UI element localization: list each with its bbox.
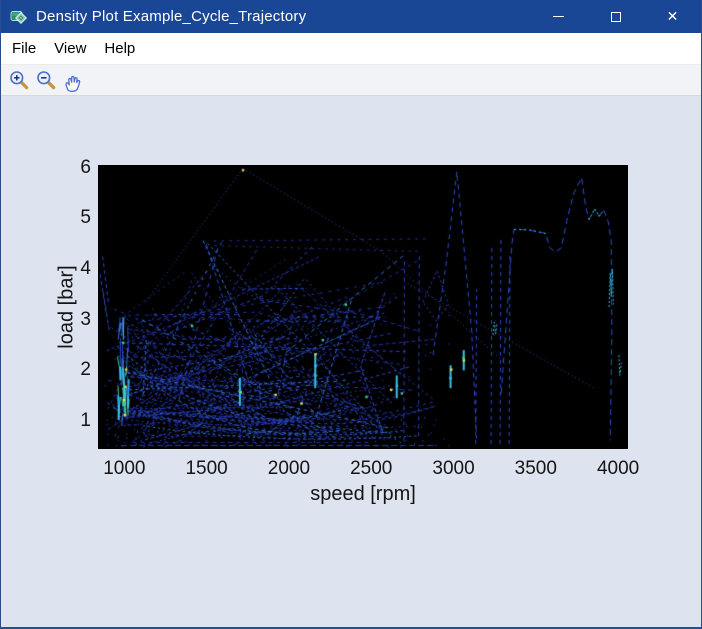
- tool-bar: [1, 64, 701, 96]
- menu-file[interactable]: File: [3, 36, 45, 61]
- app-window: Density Plot Example_Cycle_Trajectory ✕ …: [0, 0, 702, 629]
- maximize-icon: [611, 12, 621, 22]
- pan-button[interactable]: [59, 67, 86, 94]
- x-tick-label: 1500: [185, 458, 227, 480]
- x-tick-label: 3000: [432, 458, 474, 480]
- magnifier-minus-icon: [35, 69, 57, 91]
- y-tick-label: 2: [80, 359, 91, 381]
- hand-icon: [61, 69, 84, 92]
- y-tick-label: 6: [80, 157, 91, 179]
- plot-panel: speed [rpm] load [bar] 1000 1500 2000 2500 3…: [1, 96, 701, 627]
- app-icon: [10, 8, 28, 26]
- minimize-icon: [553, 16, 564, 17]
- title-bar: Density Plot Example_Cycle_Trajectory ✕: [1, 0, 701, 33]
- x-tick-label: 1000: [103, 458, 145, 480]
- minimize-button[interactable]: [530, 0, 587, 33]
- y-tick-label: 4: [80, 258, 91, 280]
- x-axis-label: speed [rpm]: [310, 483, 416, 506]
- x-tick-label: 2000: [268, 458, 310, 480]
- x-tick-label: 2500: [350, 458, 392, 480]
- y-tick-label: 1: [80, 410, 91, 432]
- menu-bar: File View Help: [1, 33, 701, 64]
- density-plot-canvas[interactable]: [98, 165, 628, 449]
- zoom-out-button[interactable]: [32, 67, 59, 94]
- y-tick-label: 3: [80, 309, 91, 331]
- x-tick-label: 4000: [597, 458, 639, 480]
- magnifier-plus-icon: [8, 69, 30, 91]
- close-icon: ✕: [667, 8, 679, 25]
- zoom-in-button[interactable]: [5, 67, 32, 94]
- x-tick-label: 3500: [515, 458, 557, 480]
- menu-help[interactable]: Help: [95, 36, 144, 61]
- close-button[interactable]: ✕: [644, 0, 701, 33]
- y-tick-label: 5: [80, 207, 91, 229]
- caption-buttons: ✕: [530, 0, 701, 33]
- menu-view[interactable]: View: [45, 36, 95, 61]
- y-axis-label: load [bar]: [56, 265, 79, 348]
- maximize-button[interactable]: [587, 0, 644, 33]
- window-title: Density Plot Example_Cycle_Trajectory: [36, 8, 306, 25]
